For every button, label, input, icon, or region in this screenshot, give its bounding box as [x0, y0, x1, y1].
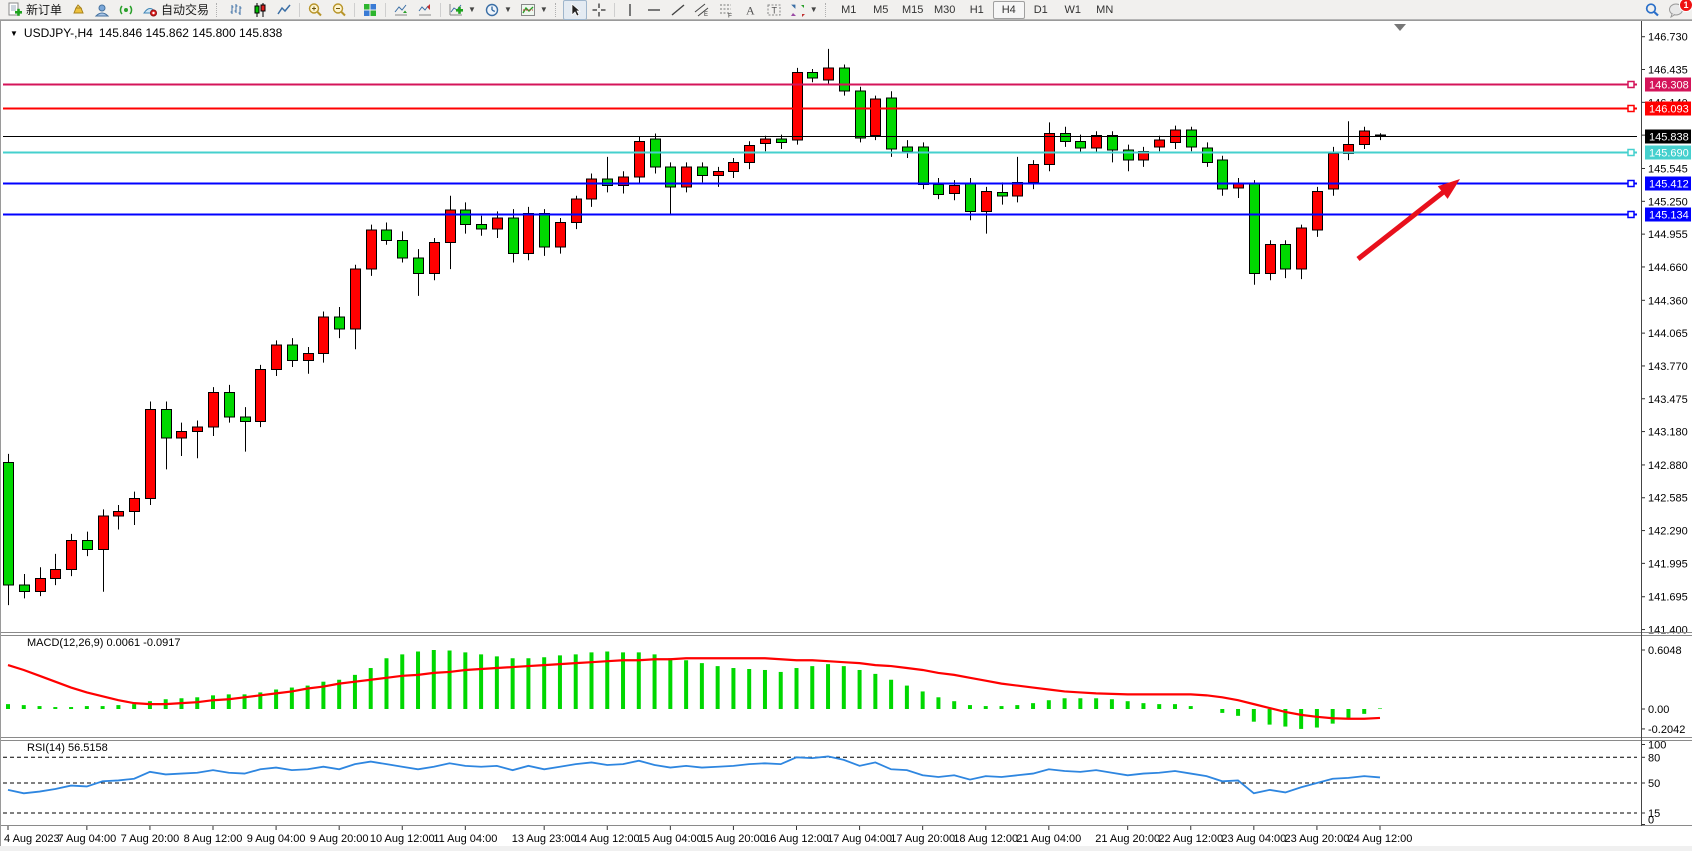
new-order-button[interactable]: 新订单: [3, 0, 66, 20]
arrows-icon: [790, 2, 806, 18]
chart-symbol-period: USDJPY-,H4: [24, 26, 93, 40]
vertical-line-button[interactable]: [618, 0, 642, 20]
chart-ohlc-values: 145.846 145.862 145.800 145.838: [99, 26, 283, 40]
candlestick-icon: [252, 2, 268, 18]
zoom-in-icon: [307, 2, 323, 18]
market-depth-icon: [94, 2, 110, 18]
zoom-out-icon: [331, 2, 347, 18]
zoom-in-button[interactable]: [303, 0, 327, 20]
time-axis[interactable]: [0, 826, 1641, 846]
channel-button[interactable]: E: [690, 0, 714, 20]
dropdown-caret-icon: ▼: [540, 5, 548, 14]
timeframe-group: M1M5M15M30H1H4D1W1MN: [833, 1, 1121, 19]
trendline-button[interactable]: [666, 0, 690, 20]
notification-badge: 1: [1679, 0, 1692, 12]
zoom-out-button[interactable]: [327, 0, 351, 20]
tile-windows-button[interactable]: [358, 0, 382, 20]
dropdown-caret-icon: ▼: [810, 5, 818, 14]
template-icon: [520, 2, 536, 18]
horizontal-line-button[interactable]: [642, 0, 666, 20]
periods-button[interactable]: ▼: [480, 0, 516, 20]
timeframe-m5-button[interactable]: M5: [865, 1, 897, 19]
chart-shift-button[interactable]: [413, 0, 437, 20]
toolbar-grip: [825, 3, 830, 17]
dropdown-caret-icon: ▼: [504, 5, 512, 14]
toolbar-separator: [385, 3, 386, 17]
fibonacci-icon: F: [718, 2, 734, 18]
macd-indicator-label: MACD(12,26,9) 0.0061 -0.0917: [27, 637, 180, 649]
svg-text:A: A: [746, 3, 755, 17]
new-order-label: 新订单: [26, 1, 62, 18]
timeframe-h1-button[interactable]: H1: [961, 1, 993, 19]
toolbar-grip: [216, 3, 221, 17]
line-chart-icon: [276, 2, 292, 18]
signals-button[interactable]: [114, 0, 138, 20]
fibonacci-button[interactable]: F: [714, 0, 738, 20]
text-label-button[interactable]: T: [762, 0, 786, 20]
arrows-button[interactable]: ▼: [786, 0, 822, 20]
cursor-icon: [567, 2, 583, 18]
rsi-indicator-label: RSI(14) 56.5158: [27, 742, 108, 754]
template-button[interactable]: ▼: [516, 0, 552, 20]
line-chart-button[interactable]: [272, 0, 296, 20]
auto-trading-button[interactable]: 自动交易: [138, 0, 213, 20]
auto-trading-label: 自动交易: [161, 1, 209, 18]
text-label-icon: T: [766, 2, 782, 18]
chat-button[interactable]: 1: [1664, 0, 1689, 20]
toolbar-separator: [299, 3, 300, 17]
indicators-button[interactable]: ▼: [444, 0, 480, 20]
chart-title: ▼ USDJPY-,H4 145.846 145.862 145.800 145…: [10, 26, 282, 40]
candlestick-button[interactable]: [248, 0, 272, 20]
text-button[interactable]: A: [738, 0, 762, 20]
gold-button[interactable]: [66, 0, 90, 20]
text-icon: A: [742, 2, 758, 18]
chart-canvas[interactable]: 146.730146.435146.140145.845145.545145.2…: [0, 0, 1692, 851]
periods-icon: [484, 2, 500, 18]
bar-chart-button[interactable]: [224, 0, 248, 20]
timeframe-m1-button[interactable]: M1: [833, 1, 865, 19]
timeframe-m15-button[interactable]: M15: [897, 1, 929, 19]
timeframe-h4-button[interactable]: H4: [993, 1, 1025, 19]
signals-icon: [118, 2, 134, 18]
gold-icon: [70, 2, 86, 18]
search-button[interactable]: [1640, 0, 1664, 20]
market-depth-button[interactable]: [90, 0, 114, 20]
timeframe-w1-button[interactable]: W1: [1057, 1, 1089, 19]
tile-windows-icon: [362, 2, 378, 18]
mt4-window: { "toolbar": { "new_order_label": "新订单",…: [0, 0, 1692, 851]
indicators-icon: [448, 2, 464, 18]
timeframe-d1-button[interactable]: D1: [1025, 1, 1057, 19]
toolbar-grip: [555, 3, 560, 17]
auto-scroll-icon: [393, 2, 409, 18]
trendline-icon: [670, 2, 686, 18]
toolbar-separator: [440, 3, 441, 17]
main-toolbar: 新订单 自动交易 ▼ ▼ ▼ E F A T ▼ M1M5M15M30H1H4D…: [0, 0, 1692, 20]
new-order-icon: [7, 2, 23, 18]
bar-chart-icon: [228, 2, 244, 18]
search-icon: [1644, 2, 1660, 18]
collapse-icon[interactable]: ▼: [10, 29, 18, 38]
chart-shift-marker: [1394, 24, 1406, 31]
auto-scroll-button[interactable]: [389, 0, 413, 20]
svg-text:F: F: [728, 12, 732, 18]
svg-text:E: E: [704, 12, 708, 18]
timeframe-m30-button[interactable]: M30: [929, 1, 961, 19]
timeframe-mn-button[interactable]: MN: [1089, 1, 1121, 19]
channel-icon: E: [694, 2, 710, 18]
toolbar-separator: [354, 3, 355, 17]
vertical-line-icon: [622, 2, 638, 18]
svg-text:T: T: [771, 5, 777, 15]
crosshair-button[interactable]: [587, 0, 611, 20]
horizontal-line-icon: [646, 2, 662, 18]
price-axis[interactable]: [1641, 21, 1692, 826]
crosshair-icon: [591, 2, 607, 18]
toolbar-separator: [614, 3, 615, 17]
cursor-button[interactable]: [563, 0, 587, 20]
chart-shift-icon: [417, 2, 433, 18]
dropdown-caret-icon: ▼: [468, 5, 476, 14]
auto-trading-icon: [142, 2, 158, 18]
